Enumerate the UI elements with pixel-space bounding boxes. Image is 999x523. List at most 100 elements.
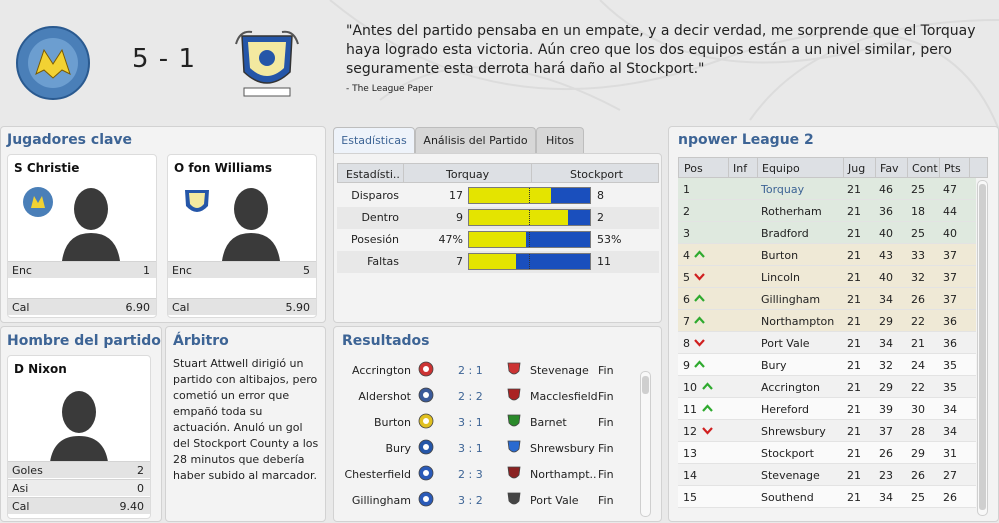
result-score[interactable]: 2 : 1 <box>458 364 483 377</box>
result-score[interactable]: 2 : 3 <box>458 468 483 481</box>
result-score[interactable]: 2 : 2 <box>458 390 483 403</box>
league-col-jug[interactable]: Jug <box>848 162 865 175</box>
result-status: Fin <box>598 416 614 429</box>
results-scrollbar[interactable] <box>640 371 651 517</box>
league-table-row[interactable]: 8 Port Vale 21 34 21 36 <box>678 332 976 354</box>
result-score[interactable]: 3 : 2 <box>458 494 483 507</box>
league-team[interactable]: Southend <box>761 491 814 504</box>
stats-col-home[interactable]: Torquay <box>446 168 489 181</box>
league-team[interactable]: Northampton <box>761 315 834 328</box>
result-away-team[interactable]: Stevenage <box>530 364 589 377</box>
stat-comparison-bar <box>468 209 591 226</box>
league-table-row[interactable]: 2 Rotherham 21 36 18 44 <box>678 200 976 222</box>
league-team[interactable]: Stevenage <box>761 469 820 482</box>
tab-estadisticas[interactable]: Estadísticas <box>333 127 415 154</box>
mom-rating-row: Cal 9.40 <box>8 497 150 514</box>
result-row[interactable]: Bury 3 : 1 Shrewsbury Fin <box>340 435 636 461</box>
league-goals-against: 30 <box>911 403 925 416</box>
result-home-team[interactable]: Aldershot <box>358 390 411 403</box>
result-row[interactable]: Chesterfield 2 : 3 Northampt.. Fin <box>340 461 636 487</box>
league-table-row[interactable]: 15 Southend 21 34 25 26 <box>678 486 976 508</box>
league-table-row[interactable]: 1 Torquay 21 46 25 47 <box>678 178 976 200</box>
man-of-match-name: D Nixon <box>14 362 67 376</box>
result-home-team[interactable]: Bury <box>385 442 411 455</box>
league-table-row[interactable]: 10 Accrington 21 29 22 35 <box>678 376 976 398</box>
league-team[interactable]: Bury <box>761 359 787 372</box>
result-status: Fin <box>598 468 614 481</box>
league-table-row[interactable]: 11 Hereford 21 39 30 34 <box>678 398 976 420</box>
league-goals-for: 34 <box>879 491 893 504</box>
league-table-row[interactable]: 14 Stevenage 21 23 26 27 <box>678 464 976 486</box>
league-table-row[interactable]: 4 Burton 21 43 33 37 <box>678 244 976 266</box>
result-away-team[interactable]: Barnet <box>530 416 567 429</box>
league-table-row[interactable]: 13 Stockport 21 26 29 31 <box>678 442 976 464</box>
result-score[interactable]: 3 : 1 <box>458 442 483 455</box>
league-table-row[interactable]: 5 Lincoln 21 40 32 37 <box>678 266 976 288</box>
league-col-pos[interactable]: Pos <box>684 162 703 175</box>
league-table-row[interactable]: 9 Bury 21 32 24 35 <box>678 354 976 376</box>
league-col-team[interactable]: Equipo <box>762 162 800 175</box>
league-goals-for: 29 <box>879 381 893 394</box>
tab-hitos[interactable]: Hitos <box>536 127 584 154</box>
away-key-player-card[interactable]: O fon Williams Enc 5 Cal 5.90 <box>167 154 317 318</box>
result-away-team[interactable]: Port Vale <box>530 494 579 507</box>
league-scrollbar[interactable] <box>977 180 988 516</box>
league-col-inf[interactable]: Inf <box>733 162 747 175</box>
result-row[interactable]: Burton 3 : 1 Barnet Fin <box>340 409 636 435</box>
league-pos: 10 <box>683 381 697 394</box>
league-team[interactable]: Shrewsbury <box>761 425 826 438</box>
league-team[interactable]: Gillingham <box>761 293 820 306</box>
result-home-team[interactable]: Accrington <box>352 364 411 377</box>
league-table-row[interactable]: 7 Northampton 21 29 22 36 <box>678 310 976 332</box>
league-scroll-thumb[interactable] <box>979 184 986 510</box>
league-table-row[interactable]: 3 Bradford 21 40 25 40 <box>678 222 976 244</box>
stats-col-stat[interactable]: Estadísti.. <box>346 168 400 181</box>
league-col-fav[interactable]: Fav <box>880 162 899 175</box>
league-pos: 9 <box>683 359 690 372</box>
trend-down-icon <box>694 273 705 281</box>
key-players-panel: Jugadores clave S Christie Enc 1 Cal 6.90 … <box>0 126 326 323</box>
result-row[interactable]: Accrington 2 : 1 Stevenage Fin <box>340 357 636 383</box>
league-col-pts[interactable]: Pts <box>944 162 961 175</box>
league-col-cont[interactable]: Cont <box>912 162 938 175</box>
home-key-player-card[interactable]: S Christie Enc 1 Cal 6.90 <box>7 154 157 318</box>
result-home-team[interactable]: Gillingham <box>352 494 411 507</box>
league-team[interactable]: Stockport <box>761 447 814 460</box>
league-team[interactable]: Torquay <box>761 183 804 196</box>
result-away-team[interactable]: Macclesfield <box>530 390 598 403</box>
results-scroll-thumb[interactable] <box>642 376 649 394</box>
stat-midline <box>529 188 530 203</box>
league-team[interactable]: Port Vale <box>761 337 810 350</box>
league-team[interactable]: Burton <box>761 249 798 262</box>
result-score[interactable]: 3 : 1 <box>458 416 483 429</box>
stat-row: Dentro 9 2 <box>337 207 659 229</box>
league-pos: 7 <box>683 315 690 328</box>
home-enc-row: Enc 1 <box>8 261 156 278</box>
league-team[interactable]: Hereford <box>761 403 809 416</box>
league-team[interactable]: Accrington <box>761 381 820 394</box>
league-table-row[interactable]: 12 Shrewsbury 21 37 28 34 <box>678 420 976 442</box>
trend-up-icon <box>702 382 713 390</box>
result-home-team[interactable]: Chesterfield <box>345 468 412 481</box>
stat-label: Faltas <box>367 255 399 268</box>
league-pos: 1 <box>683 183 690 196</box>
result-away-team[interactable]: Shrewsbury <box>530 442 595 455</box>
league-goals-against: 18 <box>911 205 925 218</box>
result-row[interactable]: Aldershot 2 : 2 Macclesfield Fin <box>340 383 636 409</box>
league-goals-against: 25 <box>911 227 925 240</box>
league-team[interactable]: Lincoln <box>761 271 800 284</box>
league-pos: 4 <box>683 249 690 262</box>
league-points: 40 <box>943 227 957 240</box>
stats-col-away[interactable]: Stockport <box>570 168 623 181</box>
league-table-row[interactable]: 6 Gillingham 21 34 26 37 <box>678 288 976 310</box>
tab-analisis[interactable]: Análisis del Partido <box>415 127 536 154</box>
stockport-small-crest-icon <box>185 190 209 212</box>
result-home-team[interactable]: Burton <box>374 416 411 429</box>
league-played: 21 <box>847 337 861 350</box>
result-row[interactable]: Gillingham 3 : 2 Port Vale Fin <box>340 487 636 513</box>
result-away-team[interactable]: Northampt.. <box>530 468 597 481</box>
league-team[interactable]: Bradford <box>761 227 809 240</box>
league-points: 44 <box>943 205 957 218</box>
league-team[interactable]: Rotherham <box>761 205 822 218</box>
league-played: 21 <box>847 205 861 218</box>
